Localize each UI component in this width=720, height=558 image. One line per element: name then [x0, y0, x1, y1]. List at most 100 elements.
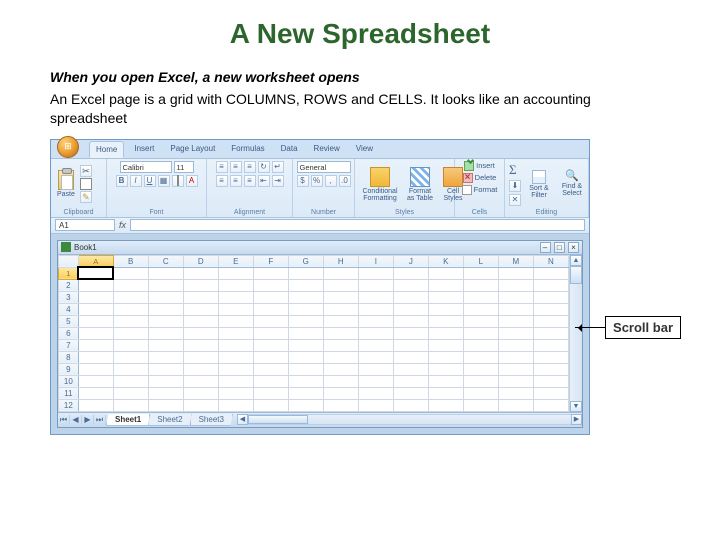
- name-box[interactable]: A1: [55, 219, 115, 231]
- cell[interactable]: [218, 327, 253, 339]
- cell[interactable]: [78, 387, 113, 399]
- scroll-left-button[interactable]: ◀: [237, 414, 248, 425]
- delete-cells-button[interactable]: Delete: [463, 173, 497, 183]
- cell[interactable]: [428, 327, 463, 339]
- column-header[interactable]: C: [148, 255, 183, 267]
- cell[interactable]: [463, 291, 498, 303]
- format-as-table-button[interactable]: Format as Table: [404, 166, 436, 203]
- sheet-tab-sheet3[interactable]: Sheet3: [190, 414, 233, 426]
- column-header[interactable]: G: [288, 255, 323, 267]
- cell[interactable]: [533, 315, 568, 327]
- cell[interactable]: [323, 303, 358, 315]
- cell[interactable]: [533, 279, 568, 291]
- cell[interactable]: [323, 387, 358, 399]
- hscroll-thumb[interactable]: [248, 415, 308, 424]
- cell[interactable]: [183, 315, 218, 327]
- cell[interactable]: [113, 327, 148, 339]
- cell[interactable]: [148, 399, 183, 411]
- cell[interactable]: [393, 291, 428, 303]
- cell[interactable]: [428, 267, 463, 279]
- row-header[interactable]: 12: [59, 399, 79, 411]
- cell[interactable]: [393, 303, 428, 315]
- cell[interactable]: [323, 315, 358, 327]
- cell[interactable]: [78, 363, 113, 375]
- cell[interactable]: [463, 267, 498, 279]
- cell[interactable]: [428, 339, 463, 351]
- cell[interactable]: [148, 303, 183, 315]
- cell[interactable]: [148, 387, 183, 399]
- cell[interactable]: [148, 279, 183, 291]
- cell[interactable]: [113, 363, 148, 375]
- cell[interactable]: [253, 315, 288, 327]
- cell[interactable]: [428, 387, 463, 399]
- cell[interactable]: [533, 387, 568, 399]
- cell[interactable]: [183, 363, 218, 375]
- cell[interactable]: [78, 279, 113, 291]
- cell[interactable]: [498, 339, 533, 351]
- cell[interactable]: [358, 327, 393, 339]
- cell[interactable]: [533, 363, 568, 375]
- column-header[interactable]: M: [498, 255, 533, 267]
- select-all-corner[interactable]: [59, 255, 79, 267]
- cell[interactable]: [463, 315, 498, 327]
- formula-input[interactable]: [130, 219, 585, 231]
- cell[interactable]: [358, 303, 393, 315]
- cell[interactable]: [218, 339, 253, 351]
- cell[interactable]: [218, 375, 253, 387]
- align-middle-button[interactable]: ≡: [230, 161, 242, 173]
- cell[interactable]: [463, 339, 498, 351]
- scroll-right-button[interactable]: ▶: [571, 414, 582, 425]
- cell[interactable]: [183, 279, 218, 291]
- decrease-indent-button[interactable]: ⇤: [258, 175, 270, 187]
- column-header[interactable]: H: [323, 255, 358, 267]
- align-right-button[interactable]: ≡: [244, 175, 256, 187]
- font-color-button[interactable]: A: [186, 175, 198, 187]
- cell[interactable]: [78, 267, 113, 279]
- cell[interactable]: [288, 399, 323, 411]
- cell[interactable]: [113, 339, 148, 351]
- cell[interactable]: [288, 387, 323, 399]
- cell[interactable]: [533, 303, 568, 315]
- ribbon-tab-view[interactable]: View: [350, 141, 379, 158]
- cell[interactable]: [148, 339, 183, 351]
- cell[interactable]: [428, 375, 463, 387]
- column-header[interactable]: F: [253, 255, 288, 267]
- border-button[interactable]: ▦: [158, 175, 170, 187]
- cell[interactable]: [78, 375, 113, 387]
- scroll-down-button[interactable]: ▼: [570, 401, 582, 412]
- italic-button[interactable]: I: [130, 175, 142, 187]
- cell[interactable]: [218, 399, 253, 411]
- cell[interactable]: [498, 267, 533, 279]
- cell[interactable]: [428, 303, 463, 315]
- cell[interactable]: [393, 267, 428, 279]
- fx-icon[interactable]: fx: [119, 220, 126, 230]
- sheet-tab-sheet1[interactable]: Sheet1: [106, 414, 150, 426]
- cell[interactable]: [148, 267, 183, 279]
- cell[interactable]: [253, 399, 288, 411]
- cell[interactable]: [78, 303, 113, 315]
- cell[interactable]: [148, 351, 183, 363]
- cell[interactable]: [323, 363, 358, 375]
- cell[interactable]: [253, 291, 288, 303]
- clear-button[interactable]: ✕: [509, 194, 521, 206]
- font-size-select[interactable]: 11: [174, 161, 194, 173]
- cell[interactable]: [78, 315, 113, 327]
- cell[interactable]: [498, 279, 533, 291]
- cell[interactable]: [218, 387, 253, 399]
- merge-button[interactable]: ⇥: [272, 175, 284, 187]
- tab-nav-prev[interactable]: ◀: [70, 415, 82, 425]
- find-select-button[interactable]: Find & Select: [557, 170, 587, 198]
- conditional-formatting-button[interactable]: Conditional Formatting: [359, 166, 401, 203]
- row-header[interactable]: 2: [59, 279, 79, 291]
- cell[interactable]: [498, 375, 533, 387]
- sheet-tab-sheet2[interactable]: Sheet2: [148, 414, 191, 426]
- cell[interactable]: [288, 303, 323, 315]
- cell[interactable]: [498, 399, 533, 411]
- row-header[interactable]: 7: [59, 339, 79, 351]
- cell[interactable]: [218, 303, 253, 315]
- tab-nav-next[interactable]: ▶: [82, 415, 94, 425]
- column-header[interactable]: L: [463, 255, 498, 267]
- cell[interactable]: [498, 387, 533, 399]
- cell[interactable]: [288, 363, 323, 375]
- cell[interactable]: [498, 291, 533, 303]
